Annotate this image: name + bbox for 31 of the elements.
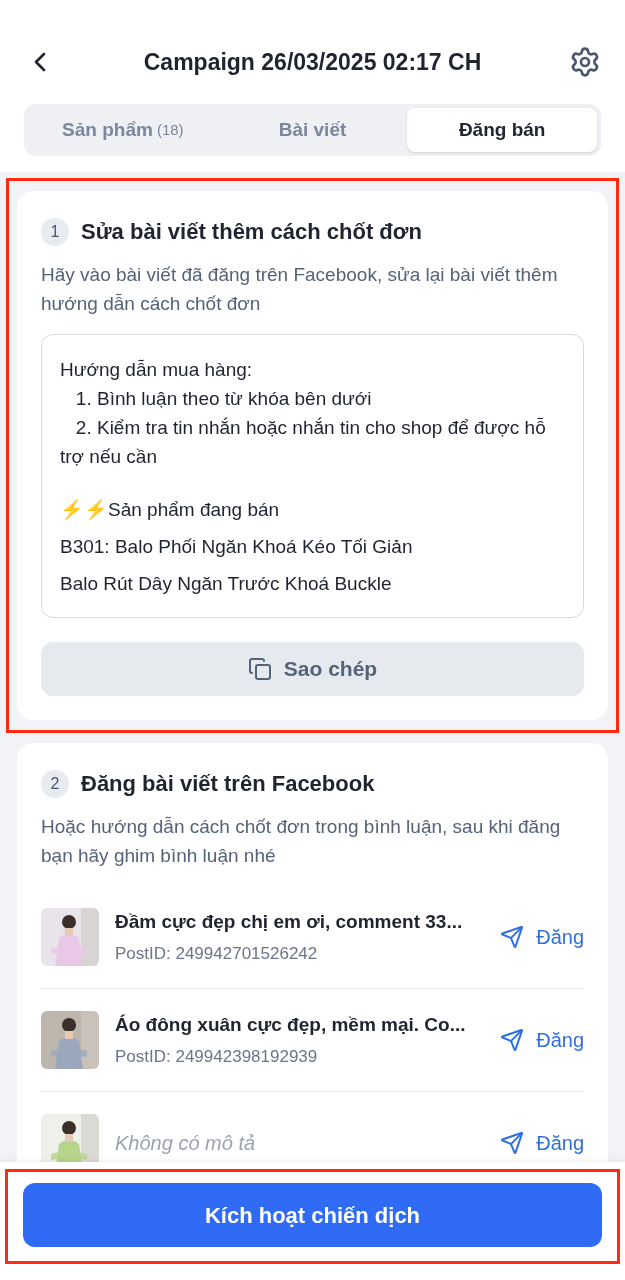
step-title: Sửa bài viết thêm cách chốt đơn [81,218,422,246]
send-icon [500,1131,525,1155]
tab[interactable]: Bài viết [217,108,408,152]
step-description: Hãy vào bài viết đã đăng trên Facebook, sửa lại bài viết thêm hướng dẫn cách chốt đơn [41,263,559,316]
copy-button[interactable]: Sao chép [41,642,584,696]
tab[interactable]: Đăng bán [407,108,597,152]
send-icon [500,1028,525,1052]
step-number: 1 [41,217,69,246]
post-text-line: 1. Bình luận theo từ khóa bên dưới [74,387,373,411]
post-text-line: 2. Kiểm tra tin nhắn hoặc nhắn tin cho shop để được hỗ trợ nếu cần [60,416,547,469]
post-button[interactable]: Đăng [500,1128,584,1158]
post-text-line: Hướng dẫn mua hàng: [60,358,254,382]
activate-button[interactable]: Kích hoạt chiến dịch [23,1183,602,1247]
tab[interactable]: Sản phẩm (18) [28,108,218,152]
post-text-line: ⚡⚡Sản phẩm đang bán [60,498,281,522]
step-title: Đăng bài viết trên Facebook [81,770,375,798]
post-button[interactable]: Đăng [500,922,584,952]
step-description: Hoặc hướng dẫn cách chốt đơn trong bình luận, sau khi đăng bạn hãy ghim bình luận nhé [41,815,562,868]
post-button[interactable]: Đăng [500,1025,584,1055]
post-text-line: Balo Rút Dây Ngăn Trước Khoá Buckle [60,572,393,596]
post-id: PostID: 249942398192939 [115,1045,319,1068]
post-text-line: B301: Balo Phối Ngăn Khoá Kéo Tối Giản [60,535,414,559]
send-icon [500,925,525,949]
settings-icon[interactable] [569,46,601,78]
post-title: Không có mô tả [115,1131,257,1156]
page-title: Campaign 26/03/2025 02:17 CH [143,47,482,77]
post-title: Đầm cực đẹp chị em ơi, comment 33... [115,910,464,934]
step-number: 2 [41,769,69,798]
post-id: PostID: 249942701526242 [115,942,319,965]
post-title: Áo đông xuân cực đẹp, mềm mại. Co... [115,1013,467,1037]
copy-icon [247,657,272,681]
